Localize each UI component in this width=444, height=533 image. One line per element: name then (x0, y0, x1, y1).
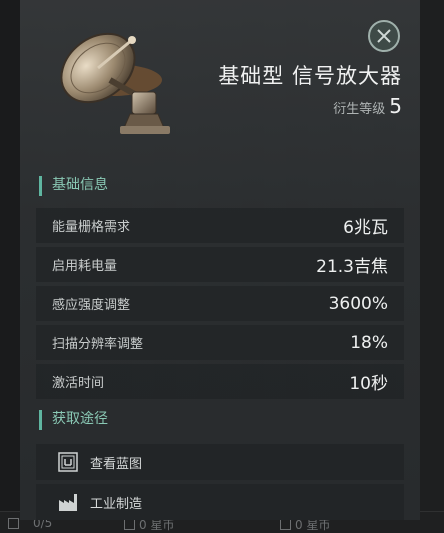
stat-label: 能量栅格需求 (52, 220, 131, 235)
close-icon (377, 29, 391, 43)
stat-value: 18% (350, 332, 388, 353)
price-icon (124, 519, 135, 530)
close-button[interactable] (368, 20, 400, 52)
derivation-level: 衍生等级 5 (333, 94, 402, 118)
stat-row-sensor-strength: 感应强度调整 3600% (36, 286, 404, 321)
factory-icon (59, 494, 77, 511)
stat-row-energy-grid: 能量栅格需求 6兆瓦 (36, 208, 404, 243)
stat-value: 10秒 (349, 374, 388, 394)
stat-label: 激活时间 (52, 376, 105, 391)
stat-label: 感应强度调整 (52, 298, 131, 313)
stat-row-scan-resolution: 扫描分辨率调整 18% (36, 325, 404, 360)
background-left-strip (0, 0, 20, 533)
stat-row-power-consumption: 启用耗电量 21.3吉焦 (36, 247, 404, 282)
blueprint-icon (58, 452, 78, 472)
industry-manufacturing-label: 工业制造 (90, 496, 143, 512)
item-detail-panel: 基础型 信号放大器 衍生等级 5 基础信息 能量栅格需求 6兆瓦 启用耗电量 2… (20, 0, 420, 520)
stat-row-activation-time: 激活时间 10秒 (36, 364, 404, 399)
item-title: 基础型 信号放大器 (218, 64, 402, 88)
view-blueprint-button[interactable]: 查看蓝图 (36, 444, 404, 480)
level-label: 衍生等级 (333, 102, 386, 117)
stat-value: 6兆瓦 (343, 218, 388, 238)
view-blueprint-label: 查看蓝图 (90, 456, 143, 472)
basic-info-heading: 基础信息 (39, 176, 108, 196)
price-icon (280, 519, 291, 530)
slot-icon (8, 517, 19, 529)
stat-value: 21.3吉焦 (316, 257, 388, 277)
industry-manufacturing-button[interactable]: 工业制造 (36, 484, 404, 520)
signal-amplifier-icon (60, 32, 170, 134)
stat-label: 扫描分辨率调整 (52, 337, 144, 352)
level-value: 5 (389, 94, 402, 118)
acquisition-heading: 获取途径 (39, 410, 108, 430)
background-right-strip (420, 0, 444, 533)
stat-label: 启用耗电量 (52, 259, 118, 274)
stat-value: 3600% (328, 293, 388, 314)
